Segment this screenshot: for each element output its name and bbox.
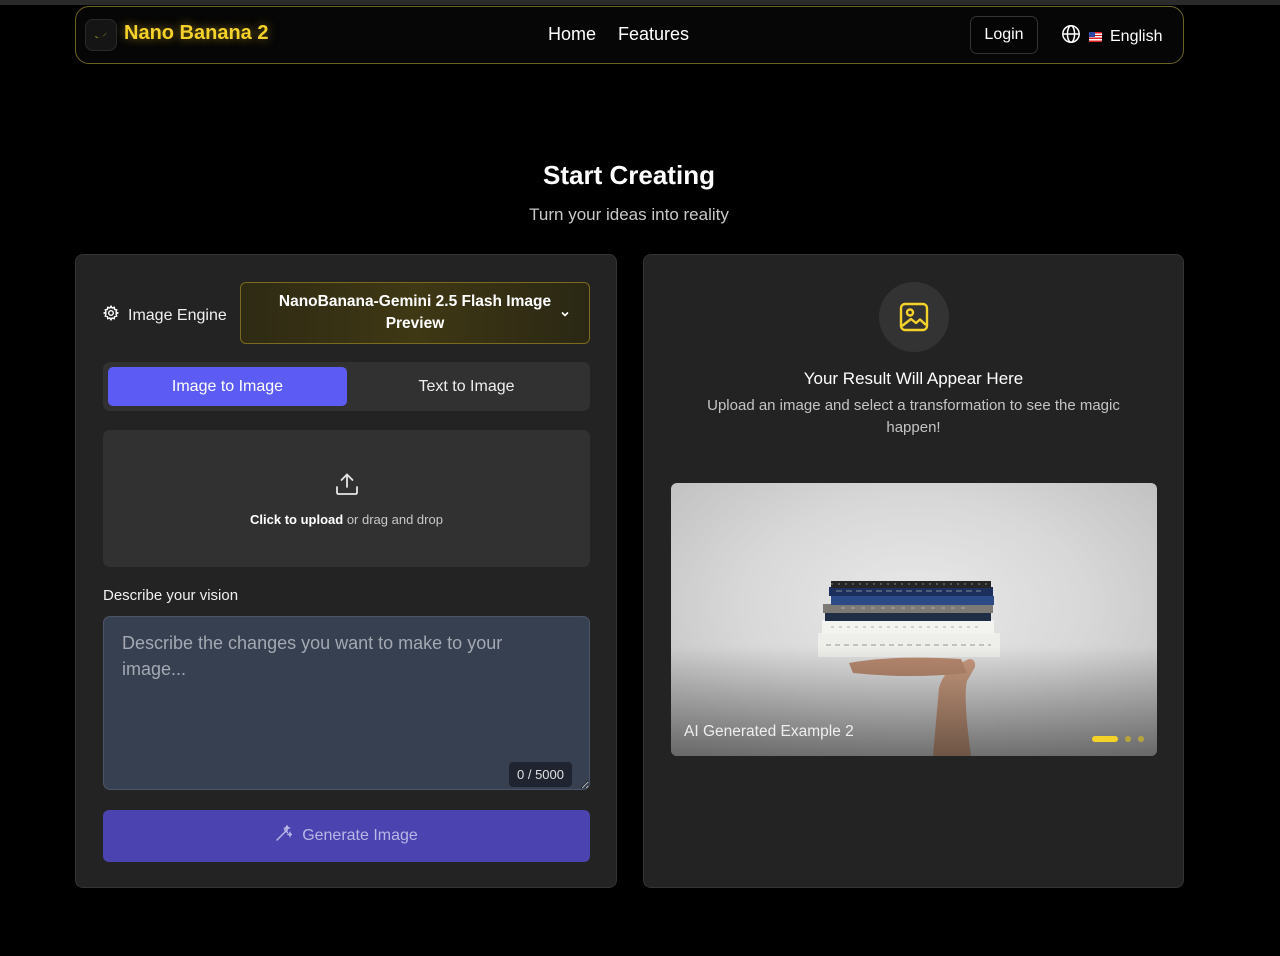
us-flag-icon: [1089, 31, 1102, 42]
example-carousel[interactable]: AI Generated Example 2: [671, 483, 1157, 756]
mode-tabs: Image to Image Text to Image: [103, 362, 590, 411]
tab-text-to-image[interactable]: Text to Image: [347, 367, 586, 406]
navbar: Nano Banana 2 Home Features Login Englis…: [75, 6, 1184, 64]
nav-features-link[interactable]: Features: [618, 24, 689, 45]
carousel-dots: [1092, 736, 1144, 742]
page-title: Start Creating: [543, 160, 715, 190]
image-icon: [879, 282, 949, 352]
editor-panel: Image Engine NanoBanana-Gemini 2.5 Flash…: [75, 254, 617, 888]
carousel-dot[interactable]: [1092, 736, 1118, 742]
generate-label: Generate Image: [302, 827, 418, 844]
login-button[interactable]: Login: [970, 16, 1038, 54]
language-label: English: [1110, 27, 1163, 45]
banana-icon[interactable]: [85, 19, 117, 51]
chevron-down-icon: [559, 307, 571, 325]
carousel-dot[interactable]: [1138, 736, 1144, 742]
magic-wand-icon: [275, 824, 294, 847]
engine-select[interactable]: NanoBanana-Gemini 2.5 Flash Image Previe…: [240, 282, 590, 344]
upload-drag-text: or drag and drop: [346, 511, 443, 527]
gear-icon: [102, 304, 120, 326]
engine-label-text: Image Engine: [128, 306, 227, 324]
engine-selected-value: NanoBanana-Gemini 2.5 Flash Image Previe…: [278, 293, 552, 332]
engine-label: Image Engine: [102, 304, 227, 326]
vision-label: Describe your vision: [103, 587, 239, 604]
tab-image-to-image[interactable]: Image to Image: [108, 367, 347, 406]
generate-image-button[interactable]: Generate Image: [103, 810, 590, 862]
character-counter: 0 / 5000: [509, 762, 572, 787]
browser-top-edge: [0, 0, 1280, 5]
result-panel: Your Result Will Appear Here Upload an i…: [643, 254, 1184, 888]
carousel-dot[interactable]: [1125, 736, 1131, 742]
upload-icon: [334, 471, 360, 502]
page-subtitle: Turn your ideas into reality: [529, 205, 729, 224]
carousel-caption: AI Generated Example 2: [684, 723, 854, 740]
upload-dropzone[interactable]: Click to upload or drag and drop: [103, 430, 590, 567]
result-title: Your Result Will Appear Here: [803, 369, 1024, 388]
upload-instructions: Click to upload or drag and drop: [250, 512, 443, 527]
nav-links: Home Features: [548, 24, 689, 45]
language-selector[interactable]: English: [1061, 24, 1162, 49]
globe-icon: [1061, 24, 1081, 49]
result-description: Upload an image and select a transformat…: [707, 397, 1120, 436]
brand-name[interactable]: Nano Banana 2: [124, 22, 268, 45]
upload-click-text: Click to upload: [250, 511, 344, 527]
nav-home-link[interactable]: Home: [548, 24, 596, 45]
